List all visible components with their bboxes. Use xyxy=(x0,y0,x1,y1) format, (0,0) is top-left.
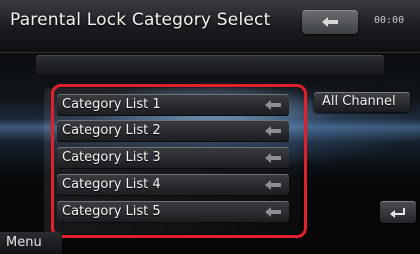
page-title: Parental Lock Category Select xyxy=(10,10,271,30)
all-channel-label: All Channel xyxy=(322,94,396,109)
all-channel-button[interactable]: All Channel xyxy=(314,92,410,112)
menu-label: Menu xyxy=(6,235,42,250)
info-plate xyxy=(36,55,384,75)
return-arrow-icon xyxy=(322,17,338,27)
header-return-button[interactable] xyxy=(302,10,358,34)
back-button[interactable] xyxy=(380,201,416,223)
menu-button[interactable]: Menu xyxy=(0,232,62,254)
screen: Parental Lock Category Select 00:00 Cate… xyxy=(0,0,420,254)
back-arrow-icon xyxy=(390,208,405,218)
clock: 00:00 xyxy=(374,15,405,26)
category-list-highlight xyxy=(51,84,307,238)
title-bar: Parental Lock Category Select 00:00 xyxy=(0,0,420,53)
